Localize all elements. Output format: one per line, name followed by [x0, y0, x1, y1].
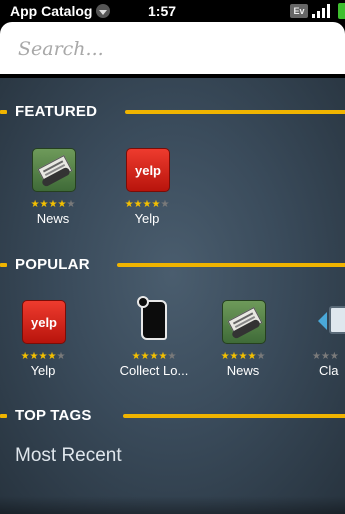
device-arrow-icon[interactable]: [318, 304, 345, 338]
scroll-icon[interactable]: [137, 296, 173, 346]
search-field[interactable]: [0, 22, 345, 74]
divider: [117, 263, 345, 267]
section-header-featured[interactable]: FEATURED: [0, 100, 345, 124]
divider: [125, 110, 345, 114]
rating-stars: ★★★★★: [131, 351, 177, 362]
app-item-collect-popular[interactable]: ★★★★★ Collect Lo...: [112, 296, 196, 379]
section-header-popular[interactable]: POPULAR: [0, 253, 345, 277]
app-item-yelp-featured[interactable]: yelp ★★★★★ Yelp: [112, 148, 182, 227]
app-title[interactable]: App Catalog: [10, 0, 92, 22]
yelp-icon[interactable]: yelp: [126, 148, 170, 192]
app-item-news-featured[interactable]: ★★★★★ News: [18, 148, 88, 227]
divider: [123, 414, 345, 418]
divider: [0, 414, 7, 418]
bottom-shade: [0, 496, 345, 514]
app-name: News: [36, 211, 70, 226]
yelp-icon[interactable]: yelp: [22, 300, 66, 344]
app-name: Yelp: [134, 211, 160, 226]
newspaper-icon[interactable]: [222, 300, 266, 344]
app-name: Cla: [319, 363, 339, 378]
tag-item-most-recent[interactable]: Most Recent: [15, 445, 122, 467]
newspaper-icon[interactable]: [32, 148, 76, 192]
rating-stars: ★★★★★: [20, 351, 66, 362]
section-title: TOP TAGS: [15, 407, 92, 424]
app-item-classic-popular[interactable]: ★★★ Cla: [306, 300, 345, 379]
chevron-down-icon[interactable]: [96, 4, 111, 18]
app-name: News: [226, 363, 260, 378]
section-header-top-tags[interactable]: TOP TAGS: [0, 404, 345, 428]
rating-stars: ★★★★★: [30, 199, 76, 210]
clock: 1:57: [148, 3, 177, 19]
divider: [0, 110, 7, 114]
signal-strength-icon: [312, 4, 334, 18]
app-name: Yelp: [30, 363, 56, 378]
rating-stars: ★★★★★: [124, 199, 170, 210]
rating-stars: ★★★★★: [220, 351, 266, 362]
section-title: FEATURED: [15, 103, 98, 120]
search-input[interactable]: [18, 35, 318, 63]
network-badge: Ev: [290, 4, 308, 18]
status-bar: App Catalog 1:57 Ev: [0, 0, 345, 22]
divider: [0, 263, 7, 267]
app-item-yelp-popular[interactable]: yelp ★★★★★ Yelp: [8, 300, 78, 379]
catalog-main: FEATURED ★★★★★ News yelp ★★★★★ Yelp POPU…: [0, 78, 345, 514]
app-name: Collect Lo...: [119, 363, 189, 378]
app-menu[interactable]: App Catalog: [10, 0, 111, 22]
app-item-news-popular[interactable]: ★★★★★ News: [208, 300, 278, 379]
search-bar: [0, 22, 345, 78]
section-title: POPULAR: [15, 256, 90, 273]
rating-stars: ★★★: [312, 351, 339, 362]
battery-icon: [338, 3, 345, 19]
